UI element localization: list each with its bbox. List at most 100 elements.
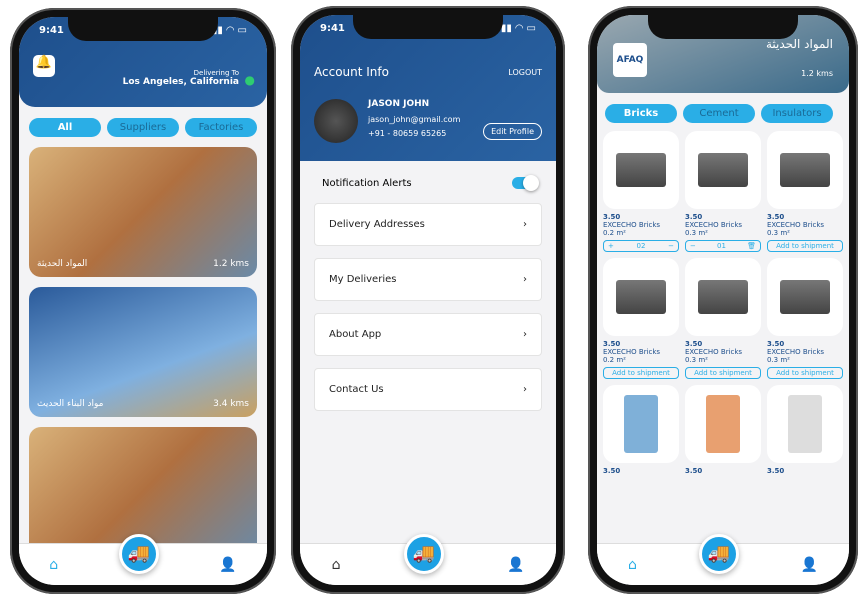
product-price: 3.50	[603, 340, 621, 348]
brick-image	[616, 153, 666, 187]
product-card[interactable]: 3.50 EXCECHO Bricks 0.3 m² Add to shipmen…	[685, 258, 761, 379]
page-title: Account Info	[314, 65, 389, 79]
product-image	[603, 131, 679, 209]
store-name: المواد الحديثة	[765, 37, 833, 51]
bottom-nav: ⌂ 🚚 👤	[300, 533, 556, 585]
status-time: 9:41	[39, 25, 64, 36]
bottom-nav: ⌂ 🚚 👤	[19, 533, 267, 585]
home-icon[interactable]: ⌂	[49, 557, 58, 573]
profile-icon[interactable]: 👤	[507, 557, 524, 573]
add-to-shipment-button[interactable]: Add to shipment	[685, 367, 761, 379]
brick-image	[698, 280, 748, 314]
quantity-stepper[interactable]: +02−	[603, 240, 679, 252]
product-card[interactable]: 3.50	[685, 385, 761, 475]
category-insulators[interactable]: Insulators	[761, 104, 833, 123]
product-name: EXCECHO Bricks	[767, 221, 825, 229]
product-card[interactable]: 3.50 EXCECHO Bricks 0.3 m² −01 🗑	[685, 131, 761, 252]
brick-image	[616, 280, 666, 314]
edit-profile-button[interactable]: Edit Profile	[483, 123, 542, 140]
product-card[interactable]: 3.50 EXCECHO Bricks 0.3 m² Add to shipmen…	[767, 258, 843, 379]
phone-account: 9:41 ▮▮ ◠ ▭ Account Info LOGOUT JASON JOH…	[291, 6, 565, 594]
product-card[interactable]: 3.50	[603, 385, 679, 475]
add-to-shipment-button[interactable]: Add to shipment	[603, 367, 679, 379]
bell-button[interactable]: 🔔	[33, 55, 55, 77]
store-distance: 1.2 kms	[801, 69, 833, 78]
product-card[interactable]: 3.50 EXCECHO Bricks 0.2 m² Add to shipmen…	[603, 258, 679, 379]
menu-about-app[interactable]: About App ›	[314, 313, 542, 356]
notch	[68, 17, 218, 41]
menu-delivery-addresses[interactable]: Delivery Addresses ›	[314, 203, 542, 246]
product-size: 0.3 m²	[767, 229, 790, 237]
home-icon[interactable]: ⌂	[332, 557, 341, 573]
signal-wifi-battery-icon: ▮▮ ◠ ▭	[500, 23, 536, 34]
product-name: EXCECHO Bricks	[603, 348, 661, 356]
store-screen: AFAQ المواد الحديثة 1.2 kms Bricks Cement…	[597, 15, 849, 585]
avatar	[314, 99, 358, 143]
user-phone: +91 - 80659 65265	[368, 129, 447, 138]
filter-factories[interactable]: Factories	[185, 118, 257, 137]
chevron-right-icon: ›	[523, 219, 527, 230]
phone-store: AFAQ المواد الحديثة 1.2 kms Bricks Cement…	[588, 6, 858, 594]
category-cement[interactable]: Cement	[683, 104, 755, 123]
supplier-card[interactable]: المواد الحديثة 1.2 kms	[29, 147, 257, 277]
product-image	[603, 258, 679, 336]
supplier-card[interactable]: مواد البناء الحديث 3.4 kms	[29, 287, 257, 417]
product-card[interactable]: 3.50 EXCECHO Bricks 0.3 m² Add to shipmen…	[767, 131, 843, 252]
product-name: EXCECHO Bricks	[603, 221, 661, 229]
menu-contact-us[interactable]: Contact Us ›	[314, 368, 542, 411]
notch	[353, 15, 503, 39]
minus-icon[interactable]: −	[668, 242, 674, 250]
truck-button[interactable]: 🚚	[118, 533, 159, 574]
product-size: 0.2 m²	[603, 229, 626, 237]
filter-all[interactable]: All	[29, 118, 101, 137]
category-bricks[interactable]: Bricks	[605, 104, 677, 123]
notification-toggle[interactable]	[512, 175, 539, 191]
product-image	[685, 131, 761, 209]
store-logo: AFAQ	[613, 43, 647, 77]
user-email: jason_john@gmail.com	[368, 115, 461, 124]
cement-bag-image	[788, 395, 822, 453]
product-card[interactable]: 3.50 EXCECHO Bricks 0.2 m² +02−	[603, 131, 679, 252]
quantity-stepper[interactable]: −01 🗑	[685, 240, 761, 252]
filter-suppliers[interactable]: Suppliers	[107, 118, 179, 137]
product-card[interactable]: 3.50	[767, 385, 843, 475]
minus-icon[interactable]: −	[690, 242, 696, 250]
status-time: 9:41	[320, 23, 345, 34]
product-price: 3.50	[685, 340, 703, 348]
product-image	[767, 258, 843, 336]
truck-button[interactable]: 🚚	[698, 533, 739, 574]
cement-bag-image	[706, 395, 740, 453]
profile-icon[interactable]: 👤	[219, 557, 236, 573]
product-price: 3.50	[767, 340, 785, 348]
cement-bag-image	[624, 395, 658, 453]
product-name: EXCECHO Bricks	[767, 348, 825, 356]
logout-button[interactable]: LOGOUT	[508, 68, 542, 77]
product-image	[685, 385, 761, 463]
truck-button[interactable]: 🚚	[403, 533, 444, 574]
product-price: 3.50	[685, 213, 703, 221]
profile-icon[interactable]: 👤	[801, 557, 818, 573]
plus-icon[interactable]: +	[608, 242, 614, 250]
product-price: 3.50	[603, 213, 621, 221]
notch	[648, 15, 798, 39]
product-image	[767, 131, 843, 209]
product-price: 3.50	[685, 467, 703, 475]
product-image	[685, 258, 761, 336]
delivering-to-label: Delivering To	[193, 69, 239, 77]
trash-icon[interactable]: 🗑	[747, 242, 756, 250]
add-to-shipment-button[interactable]: Add to shipment	[767, 240, 843, 252]
home-screen: 9:41 ▮▮ ◠ ▭ 🔔 Delivering To Los Angeles, …	[19, 17, 267, 585]
product-grid: 3.50 EXCECHO Bricks 0.2 m² +02− 3.50 EXCE…	[597, 123, 849, 483]
product-image	[767, 385, 843, 463]
menu-my-deliveries[interactable]: My Deliveries ›	[314, 258, 542, 301]
bottom-nav: ⌂ 🚚 👤	[597, 533, 849, 585]
product-price: 3.50	[767, 213, 785, 221]
product-size: 0.3 m²	[685, 229, 708, 237]
phone-home: 9:41 ▮▮ ◠ ▭ 🔔 Delivering To Los Angeles, …	[10, 8, 276, 594]
brick-image	[780, 153, 830, 187]
location-text[interactable]: Los Angeles, California	[123, 77, 239, 87]
add-to-shipment-button[interactable]: Add to shipment	[767, 367, 843, 379]
product-size: 0.3 m²	[685, 356, 708, 364]
product-price: 3.50	[767, 467, 785, 475]
home-icon[interactable]: ⌂	[628, 557, 637, 573]
